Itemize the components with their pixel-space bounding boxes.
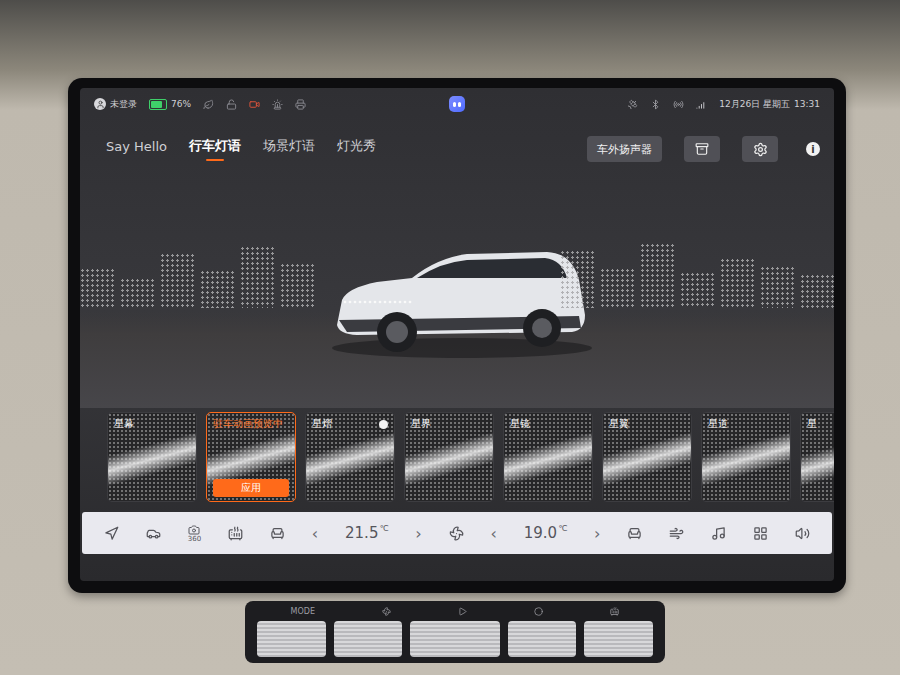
effect-name: 星熠	[312, 417, 332, 431]
fan-button[interactable]	[449, 526, 464, 541]
user-status[interactable]: 未登录	[94, 98, 137, 111]
physical-console: MODE	[245, 601, 665, 663]
temp-up[interactable]: ›	[415, 524, 421, 543]
settings-button[interactable]	[742, 136, 778, 162]
effect-card[interactable]: 星熠	[305, 412, 395, 502]
apply-button[interactable]: 应用	[213, 479, 289, 497]
car-image	[317, 220, 597, 370]
console-key[interactable]	[584, 621, 653, 657]
tab[interactable]: 场景灯语	[263, 131, 315, 167]
info-button[interactable]: i	[806, 142, 820, 156]
play-pause-icon	[458, 607, 467, 616]
hotspot-icon	[673, 99, 684, 110]
effect-card[interactable]: 驻车动画预览中应用	[206, 412, 296, 502]
console-key[interactable]	[410, 621, 499, 657]
user-label: 未登录	[110, 98, 137, 111]
navigation-icon	[104, 526, 119, 541]
battery-icon	[149, 99, 167, 110]
temperature: 19.0℃	[524, 524, 567, 542]
fan-icon	[449, 526, 464, 541]
gear-icon	[753, 142, 768, 157]
volume-icon	[795, 526, 810, 541]
time-label: 13:31	[794, 99, 820, 109]
effect-name: 驻车动画预览中	[213, 417, 283, 431]
temperature: 21.5℃	[345, 524, 388, 542]
assistant-icon[interactable]	[449, 96, 465, 112]
page: 未登录 76% 12月26日 星期五 13:31 Say Hello 行车灯语场景灯语灯光…	[0, 0, 900, 675]
clock: 12月26日 星期五 13:31	[719, 98, 820, 111]
battery-label: 76%	[171, 99, 191, 109]
nav-button[interactable]	[104, 526, 119, 541]
console-key[interactable]	[508, 621, 577, 657]
car-button[interactable]	[146, 526, 161, 541]
camera-360-button[interactable]: 360	[188, 524, 201, 543]
temp-down[interactable]: ‹	[490, 524, 496, 543]
bluetooth-icon	[650, 99, 661, 110]
car-scene	[80, 178, 834, 408]
speaker-button[interactable]: 车外扬声器	[587, 136, 662, 162]
effect-card[interactable]: 星	[800, 412, 834, 502]
seat-button[interactable]	[270, 526, 285, 541]
console-key[interactable]	[257, 621, 326, 657]
effect-list: 星幕 驻车动画预览中应用 星熠 星界 星镜 星翼 星道 星	[80, 408, 834, 504]
volume-button[interactable]	[795, 526, 810, 541]
car-icon	[146, 526, 161, 541]
display: 未登录 76% 12月26日 星期五 13:31 Say Hello 行车灯语场景灯语灯光…	[80, 88, 834, 581]
rear-defrost-icon	[669, 526, 684, 541]
marked-dot	[379, 420, 388, 429]
effect-name: 星界	[411, 417, 431, 431]
seat-icon	[270, 526, 285, 541]
alarm-icon	[272, 99, 283, 110]
tab[interactable]: Say Hello	[106, 133, 167, 166]
camera-icon	[249, 99, 260, 110]
status-bar: 未登录 76% 12月26日 星期五 13:31	[80, 88, 834, 120]
effect-name: 星镜	[510, 417, 530, 431]
music-button[interactable]	[711, 526, 726, 541]
date-label: 12月26日 星期五	[719, 98, 790, 111]
console-key[interactable]	[334, 621, 403, 657]
box-icon	[695, 142, 709, 156]
music-icon	[711, 526, 726, 541]
apps-button[interactable]	[753, 526, 768, 541]
screen-bezel: 未登录 76% 12月26日 星期五 13:31 Say Hello 行车灯语场景灯语灯光…	[68, 78, 846, 593]
defrost-button[interactable]	[228, 526, 243, 541]
leaf-icon	[203, 99, 214, 110]
effect-card[interactable]: 星翼	[602, 412, 692, 502]
effect-name: 星幕	[114, 417, 134, 431]
user-icon	[94, 98, 106, 110]
circle-icon	[534, 607, 543, 616]
tab[interactable]: 灯光秀	[337, 131, 376, 167]
signal-icon	[696, 99, 707, 110]
effect-name: 星道	[708, 417, 728, 431]
grid-icon	[753, 526, 768, 541]
unlock-icon	[226, 99, 237, 110]
fan-icon	[382, 607, 391, 616]
mode-label: MODE	[291, 607, 315, 616]
tab[interactable]: 行车灯语	[189, 131, 241, 167]
effect-card[interactable]: 星界	[404, 412, 494, 502]
seat-icon	[627, 526, 642, 541]
satellite-icon	[627, 99, 638, 110]
defrost-icon	[610, 607, 619, 616]
effect-card[interactable]: 星镜	[503, 412, 593, 502]
climate-bar: 360 ‹ 21.5℃ › ‹ 19.0℃ ›	[82, 512, 832, 554]
effect-card[interactable]: 星道	[701, 412, 791, 502]
effect-card[interactable]: 星幕	[107, 412, 197, 502]
effect-name: 星	[807, 417, 817, 431]
rear-defrost-button[interactable]	[669, 526, 684, 541]
defrost-icon	[228, 526, 243, 541]
effect-name: 星翼	[609, 417, 629, 431]
temp-down[interactable]: ‹	[312, 524, 318, 543]
device-icon	[295, 99, 306, 110]
seat-button[interactable]	[627, 526, 642, 541]
battery-status: 76%	[149, 99, 191, 110]
camera-icon	[188, 524, 200, 536]
temp-up[interactable]: ›	[594, 524, 600, 543]
tab-row: Say Hello 行车灯语场景灯语灯光秀 车外扬声器 i	[80, 120, 834, 178]
box-button[interactable]	[684, 136, 720, 162]
